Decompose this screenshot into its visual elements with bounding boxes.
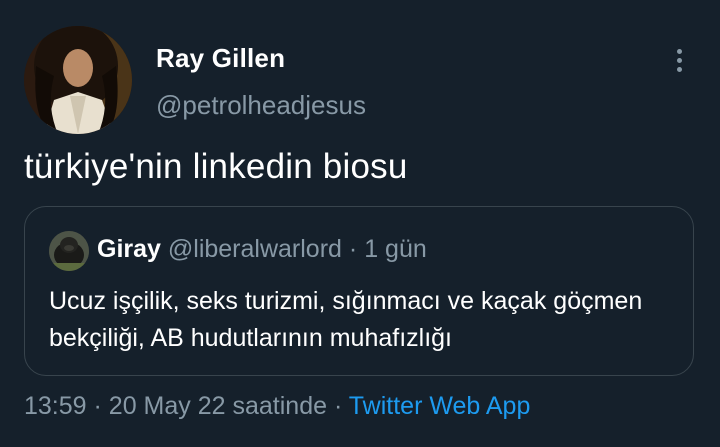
more-vertical-icon-dot <box>676 66 682 72</box>
quoted-author-avatar[interactable] <box>49 231 89 271</box>
more-options-button[interactable] <box>664 40 694 80</box>
more-vertical-icon-dot <box>676 57 682 63</box>
more-vertical-icon <box>676 48 682 54</box>
quoted-text: Ucuz işçilik, seks turizmi, sığınmacı ve… <box>49 287 643 352</box>
quoted-header: Giray @liberalwarlord · 1 gün <box>97 235 427 264</box>
tweet-meta: 13:59 · 20 May 22 saatinde · Twitter Web… <box>24 392 530 421</box>
tweet-card: Ray Gillen @petrolheadjesus türkiye'nin … <box>0 0 720 447</box>
tweet-text: türkiye'nin linkedin biosu <box>24 147 408 186</box>
author-handle[interactable]: @petrolheadjesus <box>156 90 366 121</box>
tweet-date[interactable]: 20 May 22 saatinde <box>109 392 327 420</box>
quoted-tweet[interactable]: Giray @liberalwarlord · 1 gün Ucuz işçil… <box>24 206 694 376</box>
source-separator: · <box>333 392 343 420</box>
quoted-author-name[interactable]: Giray <box>97 235 161 263</box>
author-name[interactable]: Ray Gillen <box>156 43 285 74</box>
tweet-source-link[interactable]: Twitter Web App <box>349 392 531 420</box>
quoted-author-handle[interactable]: @liberalwarlord <box>168 235 342 263</box>
meta-separator: · <box>93 392 102 420</box>
quoted-timestamp[interactable]: 1 gün <box>364 235 427 263</box>
author-avatar[interactable] <box>24 26 132 134</box>
quoted-separator: · <box>348 235 358 263</box>
tweet-time[interactable]: 13:59 <box>24 392 87 420</box>
